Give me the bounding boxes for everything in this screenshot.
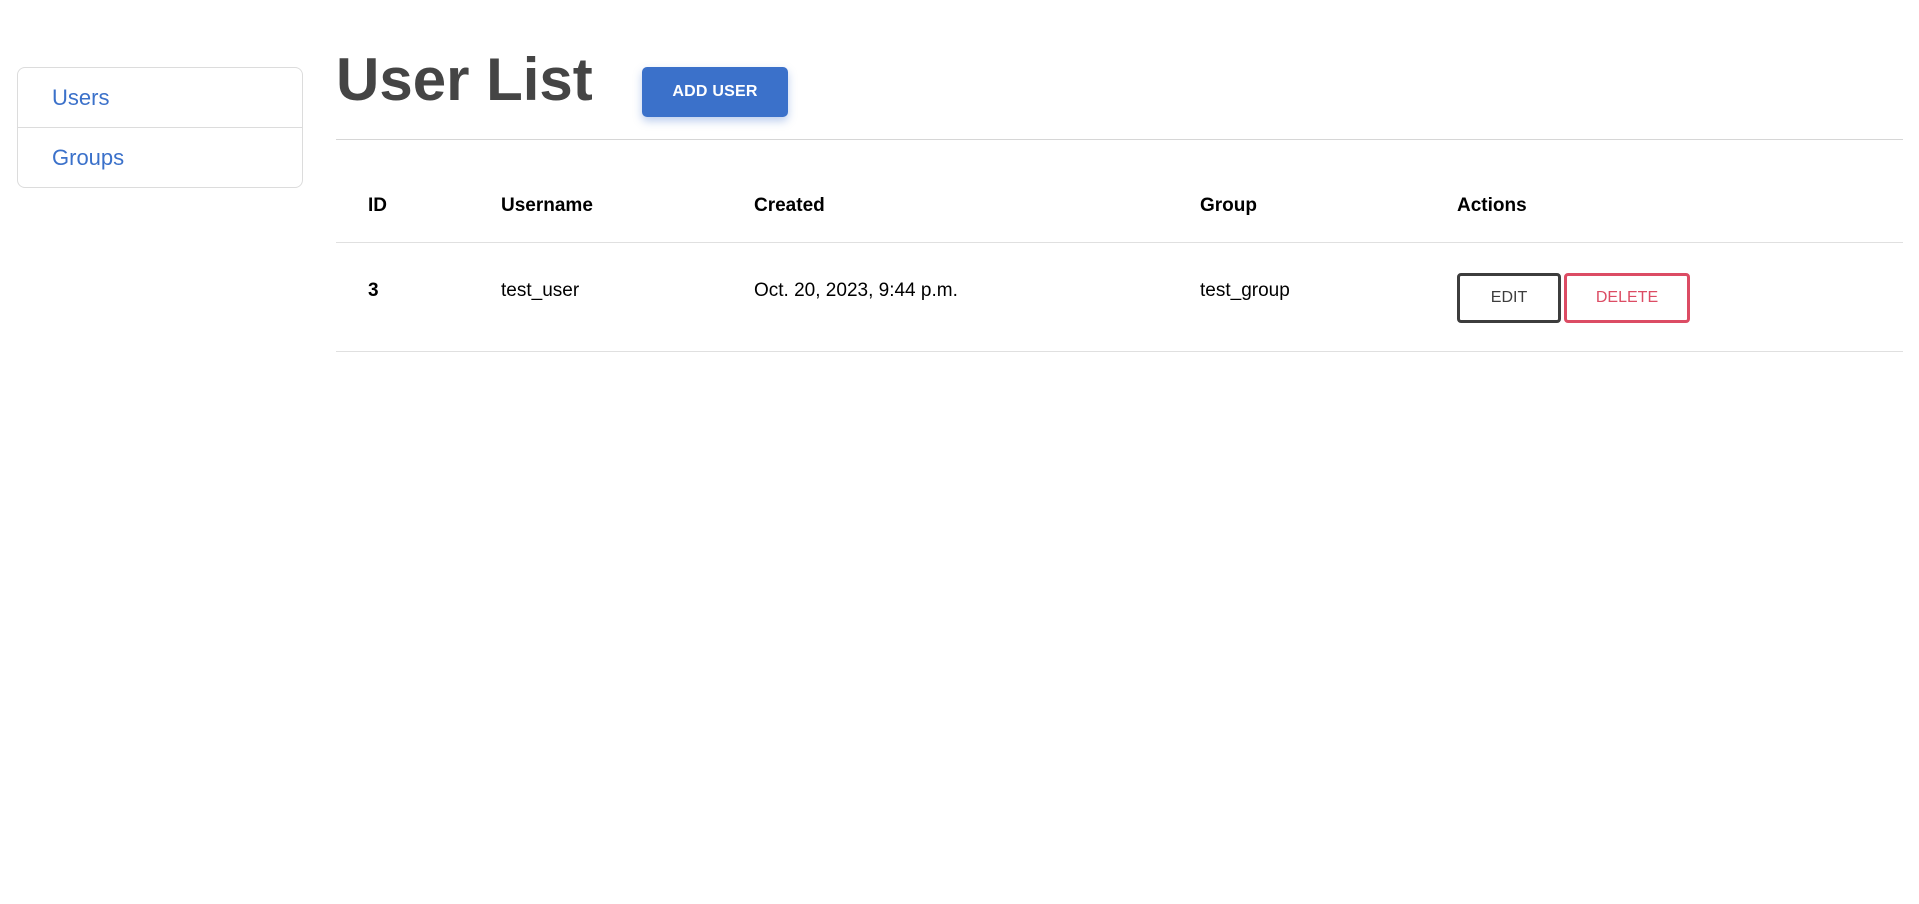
cell-username: test_user	[469, 242, 722, 352]
page-title: User List	[336, 46, 593, 113]
sidebar-item-users[interactable]: Users	[18, 68, 302, 127]
cell-id: 3	[336, 242, 469, 352]
users-table: ID Username Created Group Actions 3 test…	[336, 169, 1903, 352]
column-header-actions: Actions	[1425, 169, 1903, 243]
column-header-group: Group	[1168, 169, 1425, 243]
page-header: User List ADD USER	[336, 0, 1903, 140]
main-content: User List ADD USER ID Username Created G…	[336, 0, 1903, 352]
add-user-button[interactable]: ADD USER	[642, 67, 788, 117]
sidebar-nav: Users Groups	[17, 67, 303, 188]
table-header-row: ID Username Created Group Actions	[336, 169, 1903, 243]
sidebar-item-groups[interactable]: Groups	[18, 127, 302, 187]
cell-actions: EDIT DELETE	[1425, 242, 1903, 352]
cell-group: test_group	[1168, 242, 1425, 352]
column-header-username: Username	[469, 169, 722, 243]
column-header-created: Created	[722, 169, 1168, 243]
column-header-id: ID	[336, 169, 469, 243]
edit-button[interactable]: EDIT	[1457, 272, 1561, 323]
delete-button[interactable]: DELETE	[1564, 272, 1690, 323]
cell-created: Oct. 20, 2023, 9:44 p.m.	[722, 242, 1168, 352]
table-row: 3 test_user Oct. 20, 2023, 9:44 p.m. tes…	[336, 242, 1903, 352]
